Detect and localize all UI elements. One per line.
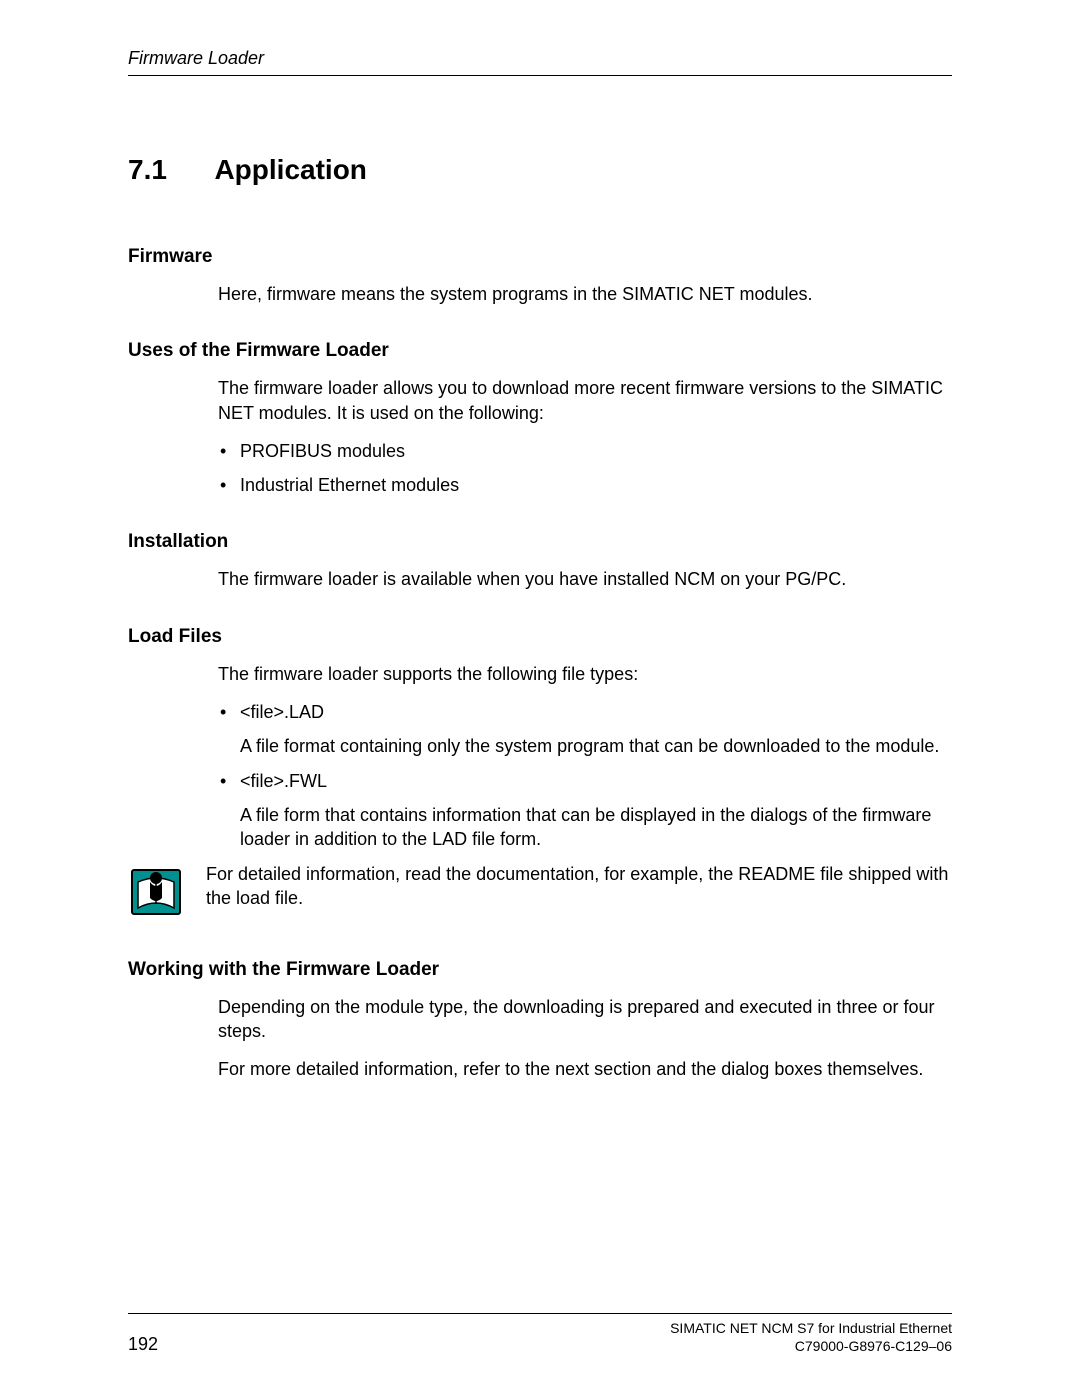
- loadfiles-intro: The firmware loader supports the followi…: [218, 662, 952, 686]
- list-item: PROFIBUS modules: [218, 439, 952, 463]
- file-name: <file>.LAD: [240, 702, 324, 722]
- installation-body: The firmware loader is available when yo…: [218, 567, 952, 591]
- page: Firmware Loader 7.1 Application Firmware…: [0, 0, 1080, 1397]
- uses-intro: The firmware loader allows you to downlo…: [218, 376, 952, 425]
- subhead-installation: Installation: [128, 531, 952, 553]
- footer-right: SIMATIC NET NCM S7 for Industrial Ethern…: [670, 1320, 952, 1355]
- list-item-text: PROFIBUS modules: [240, 441, 405, 461]
- uses-body: The firmware loader allows you to downlo…: [218, 376, 952, 497]
- file-desc: A file format containing only the system…: [240, 734, 952, 758]
- loadfiles-body: The firmware loader supports the followi…: [218, 662, 952, 852]
- section-heading: 7.1 Application: [128, 154, 952, 186]
- page-number: 192: [128, 1334, 158, 1355]
- subhead-firmware: Firmware: [128, 246, 952, 268]
- list-item: <file>.LAD A file format containing only…: [218, 700, 952, 759]
- readme-text: For detailed information, read the docum…: [206, 862, 952, 911]
- file-desc: A file form that contains information th…: [240, 803, 952, 852]
- working-p1: Depending on the module type, the downlo…: [218, 995, 952, 1044]
- list-item-text: Industrial Ethernet modules: [240, 475, 459, 495]
- working-p2: For more detailed information, refer to …: [218, 1057, 952, 1081]
- footer-line2: C79000-G8976-C129–06: [670, 1338, 952, 1356]
- section-title: Application: [214, 154, 366, 186]
- file-name: <file>.FWL: [240, 771, 327, 791]
- section-number: 7.1: [128, 154, 210, 186]
- installation-text: The firmware loader is available when yo…: [218, 567, 952, 591]
- subhead-uses: Uses of the Firmware Loader: [128, 340, 952, 362]
- firmware-text: Here, firmware means the system programs…: [218, 282, 952, 306]
- readme-row: For detailed information, read the docum…: [128, 862, 952, 925]
- loadfiles-list: <file>.LAD A file format containing only…: [218, 700, 952, 851]
- subhead-working: Working with the Firmware Loader: [128, 959, 952, 981]
- list-item: Industrial Ethernet modules: [218, 473, 952, 497]
- firmware-body: Here, firmware means the system programs…: [218, 282, 952, 306]
- working-body: Depending on the module type, the downlo…: [218, 995, 952, 1082]
- uses-list: PROFIBUS modules Industrial Ethernet mod…: [218, 439, 952, 498]
- footer-line1: SIMATIC NET NCM S7 for Industrial Ethern…: [670, 1320, 952, 1338]
- header-rule: [128, 75, 952, 76]
- footer: 192 SIMATIC NET NCM S7 for Industrial Et…: [128, 1313, 952, 1355]
- reading-icon: [128, 864, 184, 925]
- subhead-loadfiles: Load Files: [128, 626, 952, 648]
- list-item: <file>.FWL A file form that contains inf…: [218, 769, 952, 852]
- running-header: Firmware Loader: [128, 48, 952, 75]
